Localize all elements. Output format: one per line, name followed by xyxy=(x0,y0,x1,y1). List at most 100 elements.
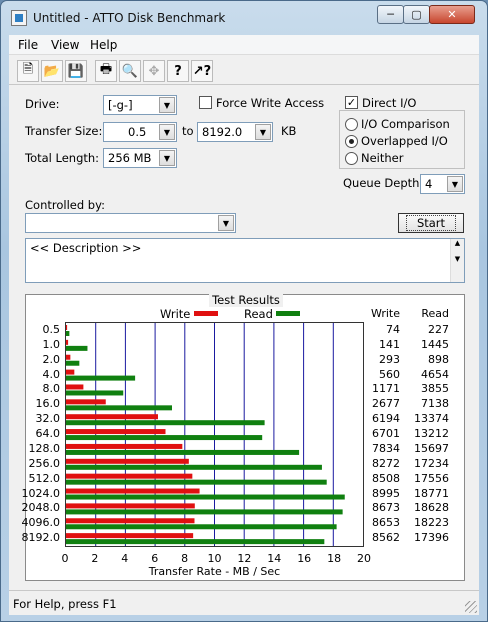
read-value: 1445 xyxy=(421,337,449,351)
category-label: 128.0 xyxy=(28,441,61,455)
x-tick-label: 18 xyxy=(327,552,342,565)
chevron-down-icon[interactable]: ▼ xyxy=(447,176,463,192)
close-button[interactable]: ✕ xyxy=(429,5,475,24)
context-help-icon[interactable]: ↗? xyxy=(191,60,213,82)
bar-chart xyxy=(66,323,345,546)
legend-read-label: Read xyxy=(244,307,273,321)
to-label: to xyxy=(182,124,194,138)
print-icon[interactable]: 🖶 xyxy=(95,60,117,82)
save-disk-icon[interactable]: 💾 xyxy=(65,60,87,82)
queue-depth-select[interactable]: 4 ▼ xyxy=(420,174,465,194)
read-value: 18771 xyxy=(414,486,449,500)
radio-io-comparison[interactable] xyxy=(345,118,358,131)
write-value: 8272 xyxy=(372,456,400,470)
write-bar-8192.0 xyxy=(66,533,194,539)
category-label: 64.0 xyxy=(35,427,61,441)
read-bar-8192.0 xyxy=(66,539,325,545)
minimize-icon: ─ xyxy=(387,8,394,21)
chevron-down-icon[interactable]: ▼ xyxy=(159,97,175,113)
description-text: << Description >> xyxy=(30,241,142,255)
chevron-down-icon[interactable]: ▼ xyxy=(159,124,175,140)
chart-plot-area xyxy=(65,322,364,547)
menu-bar: File View Help xyxy=(9,35,479,55)
chevron-down-icon[interactable]: ▼ xyxy=(255,124,271,140)
x-axis-title: Transfer Rate - MB / Sec xyxy=(148,565,281,578)
category-label: 4.0 xyxy=(42,367,61,381)
read-bar-32.0 xyxy=(66,420,265,426)
queue-depth-value: 4 xyxy=(425,177,433,191)
read-value: 18628 xyxy=(414,501,449,515)
toolbar: 🗎 📂 💾 🖶 🔍 ✥ ? ↗? xyxy=(9,57,479,85)
help-question-icon[interactable]: ? xyxy=(167,60,189,82)
window-title: Untitled - ATTO Disk Benchmark xyxy=(33,11,226,25)
write-bar-256.0 xyxy=(66,458,189,464)
menu-file[interactable]: File xyxy=(18,38,38,52)
chevron-down-icon[interactable]: ▼ xyxy=(218,215,234,231)
controlled-by-select[interactable]: ▼ xyxy=(25,213,236,233)
results-title: Test Results xyxy=(209,293,283,307)
write-value: 8673 xyxy=(372,501,400,515)
app-window: Untitled - ATTO Disk Benchmark ─ ▢ ✕ Fil… xyxy=(0,0,488,622)
write-bar-32.0 xyxy=(66,414,158,420)
maximize-button[interactable]: ▢ xyxy=(403,5,430,24)
app-icon xyxy=(11,10,27,26)
open-folder-icon[interactable]: 📂 xyxy=(41,60,63,82)
minimize-button[interactable]: ─ xyxy=(377,5,404,24)
total-length-value: 256 MB xyxy=(108,151,152,165)
menu-view[interactable]: View xyxy=(51,38,79,52)
read-value: 7138 xyxy=(421,397,449,411)
write-value: 6701 xyxy=(372,427,400,441)
transfer-size-from-select[interactable]: 0.5 ▼ xyxy=(103,122,177,142)
radio-neither[interactable] xyxy=(345,152,358,165)
force-write-checkbox[interactable] xyxy=(199,96,212,109)
read-bar-2048.0 xyxy=(66,509,343,515)
neither-label: Neither xyxy=(361,151,404,165)
read-bar-1.0 xyxy=(66,345,88,351)
write-bar-2.0 xyxy=(66,354,71,360)
direct-io-checkbox[interactable]: ✓ xyxy=(345,96,358,109)
read-value: 17234 xyxy=(414,456,449,470)
read-bar-8.0 xyxy=(66,390,124,396)
write-value: 6194 xyxy=(372,412,400,426)
total-length-label: Total Length: xyxy=(25,151,100,165)
write-value: 8653 xyxy=(372,516,400,530)
category-label: 16.0 xyxy=(35,397,61,411)
category-label: 512.0 xyxy=(28,471,61,485)
x-tick-label: 16 xyxy=(297,552,312,565)
x-tick-label: 10 xyxy=(207,552,222,565)
description-field[interactable]: << Description >> ▲ ▼ xyxy=(25,238,465,283)
write-value: 74 xyxy=(386,323,400,336)
read-bar-4.0 xyxy=(66,375,136,381)
category-label: 1024.0 xyxy=(21,486,61,500)
move-cross-icon[interactable]: ✥ xyxy=(143,60,165,82)
title-bar[interactable]: Untitled - ATTO Disk Benchmark ─ ▢ ✕ xyxy=(1,1,487,35)
write-value: 560 xyxy=(379,367,400,381)
x-tick-label: 20 xyxy=(357,552,371,565)
write-value: 2677 xyxy=(372,397,400,411)
description-scrollbar[interactable]: ▲ ▼ xyxy=(450,239,464,282)
transfer-unit-label: KB xyxy=(281,124,297,138)
menu-help[interactable]: Help xyxy=(90,38,117,52)
new-document-icon[interactable]: 🗎 xyxy=(17,60,39,82)
legend-read-swatch xyxy=(276,311,300,316)
read-value: 3855 xyxy=(421,382,449,396)
resize-grip-icon[interactable] xyxy=(465,601,477,613)
start-button[interactable]: Start xyxy=(398,213,464,233)
read-bar-0.5 xyxy=(66,331,70,336)
category-label: 2.0 xyxy=(42,352,61,366)
write-value: 8508 xyxy=(372,471,400,485)
print-preview-icon[interactable]: 🔍 xyxy=(119,60,141,82)
write-value: 7834 xyxy=(372,441,400,455)
write-bar-512.0 xyxy=(66,473,193,479)
total-length-select[interactable]: 256 MB ▼ xyxy=(103,148,177,168)
read-value: 4654 xyxy=(421,367,449,381)
column-write-header: Write xyxy=(370,307,400,320)
transfer-to-value: 8192.0 xyxy=(202,125,243,139)
category-label: 32.0 xyxy=(35,412,61,426)
radio-overlapped-io[interactable] xyxy=(345,135,358,148)
category-label: 4096.0 xyxy=(21,516,61,530)
chevron-down-icon[interactable]: ▼ xyxy=(159,150,175,166)
write-bar-2048.0 xyxy=(66,503,195,509)
drive-select[interactable]: [-g-] ▼ xyxy=(103,95,177,115)
transfer-size-to-select[interactable]: 8192.0 ▼ xyxy=(197,122,273,142)
